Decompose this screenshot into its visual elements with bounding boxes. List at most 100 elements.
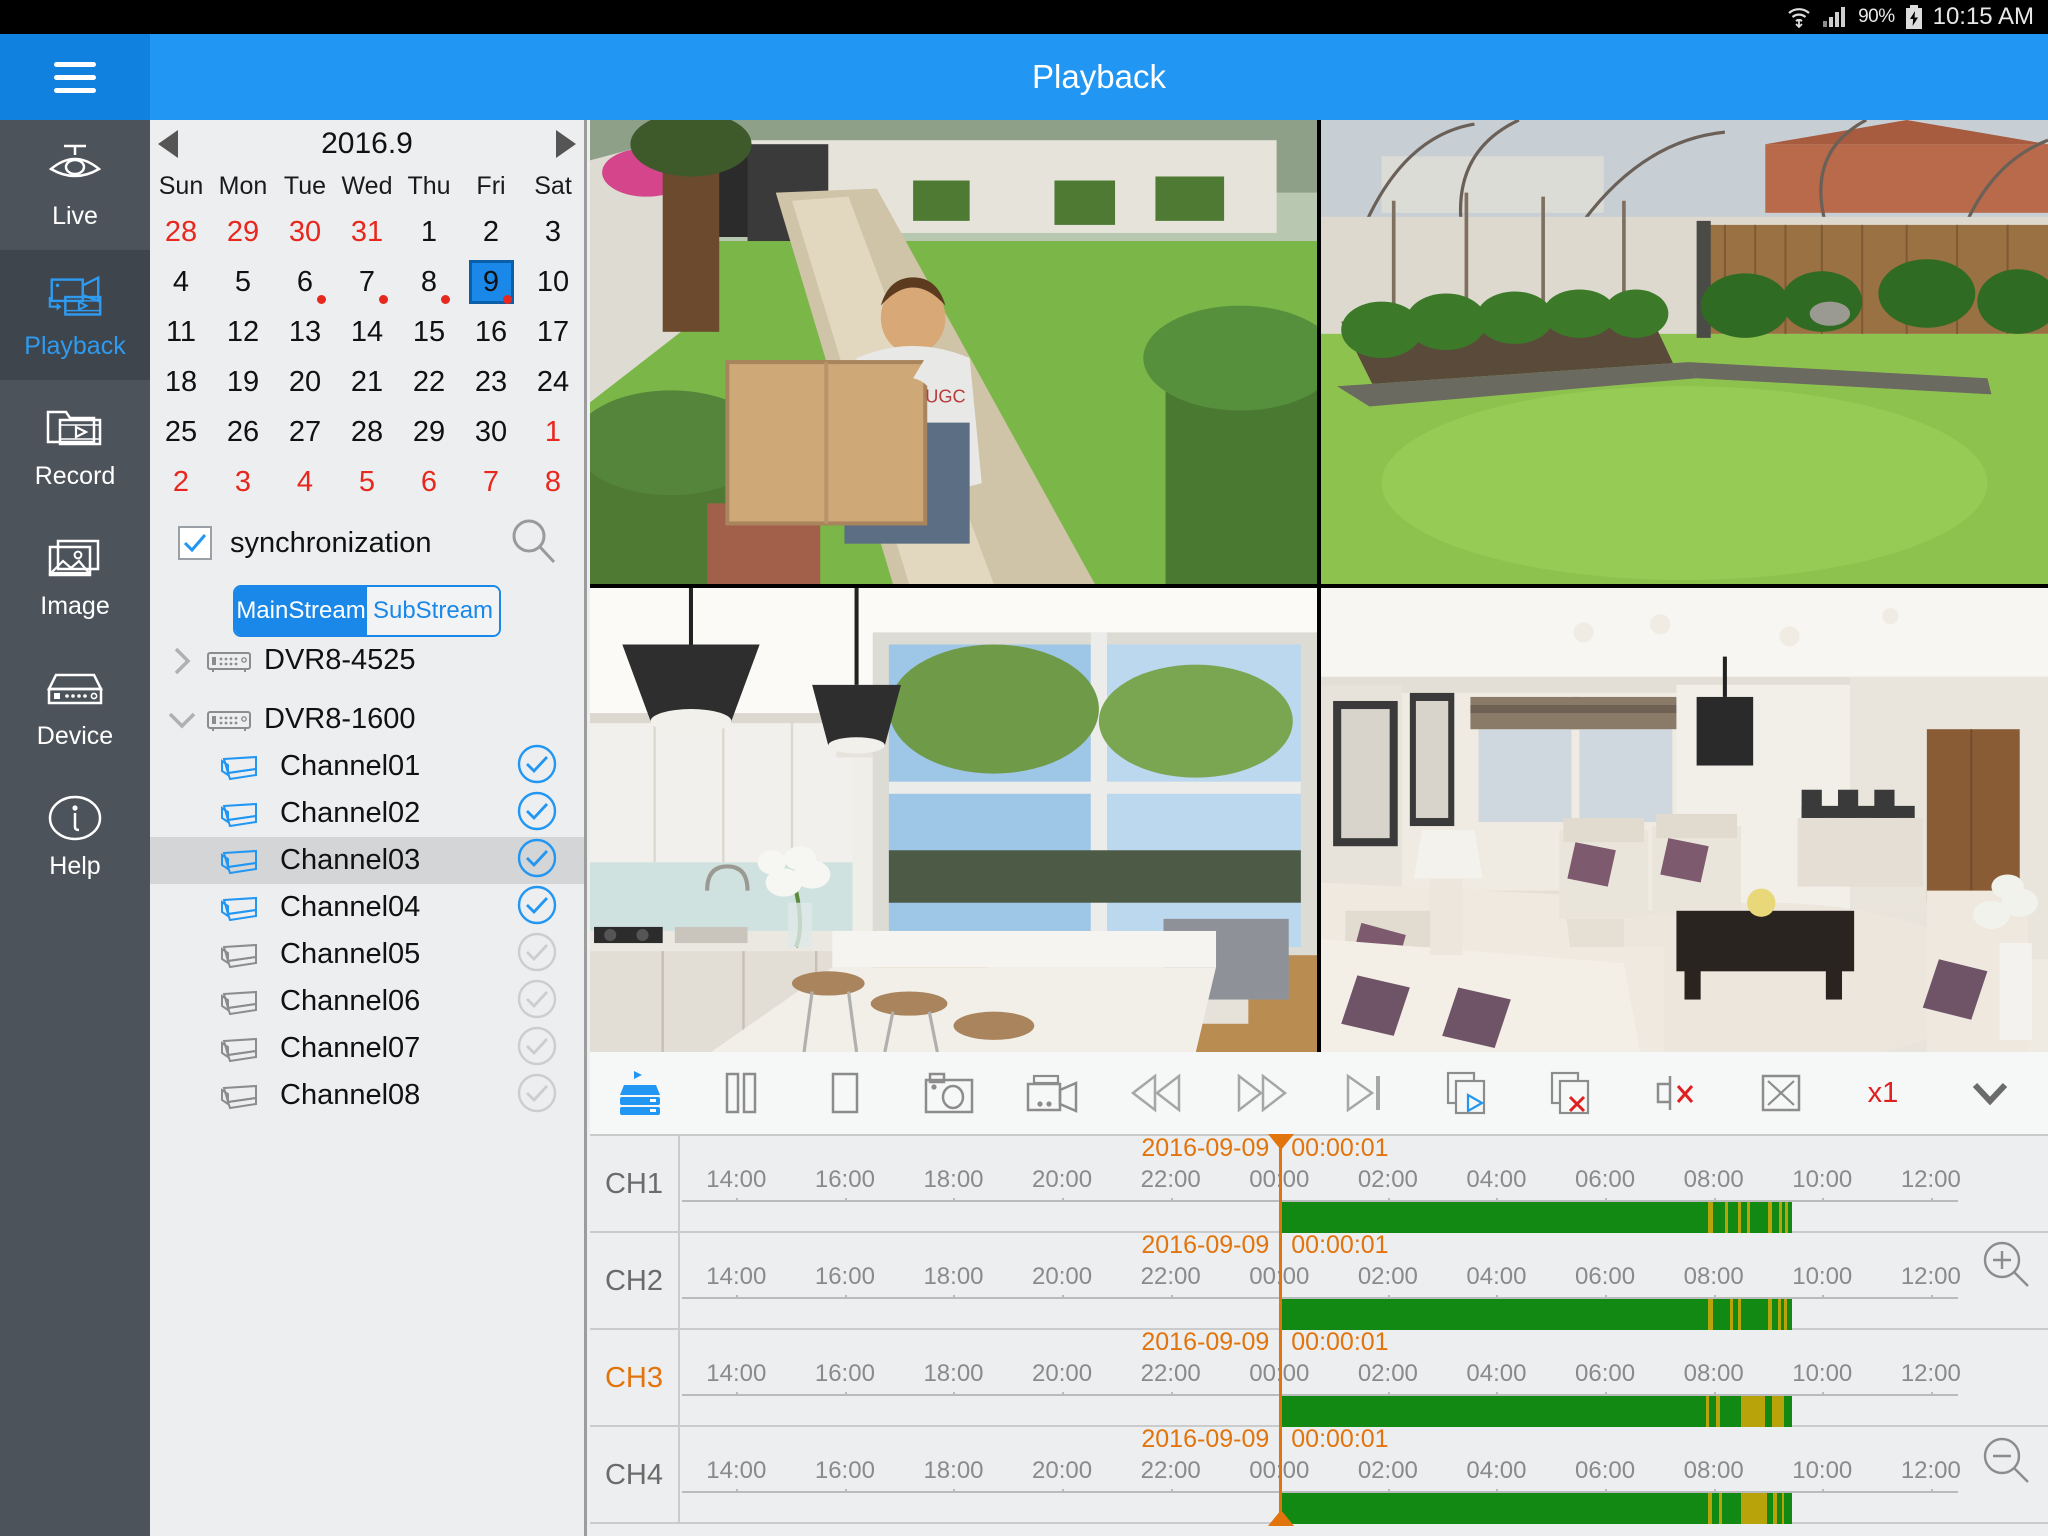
calendar-day-21[interactable]: 21 bbox=[336, 357, 398, 407]
timeline-channel-label[interactable]: CH2 bbox=[590, 1233, 680, 1330]
calendar-day-8[interactable]: 8 bbox=[398, 257, 460, 307]
calendar-day-30[interactable]: 30 bbox=[274, 207, 336, 257]
timeline-playhead[interactable] bbox=[1268, 1427, 1295, 1526]
calendar-day-6[interactable]: 6 bbox=[398, 457, 460, 507]
timeline-playhead[interactable] bbox=[1268, 1134, 1295, 1233]
calendar-day-30[interactable]: 30 bbox=[460, 407, 522, 457]
video-cell-front-yard-delivery[interactable]: UGC bbox=[590, 120, 1317, 584]
channel-row-channel08[interactable]: Channel08 bbox=[150, 1072, 584, 1119]
calendar-day-3[interactable]: 3 bbox=[212, 457, 274, 507]
channel-checkbox[interactable] bbox=[516, 743, 558, 790]
timeline-channel-label[interactable]: CH1 bbox=[590, 1136, 680, 1233]
calendar-day-4[interactable]: 4 bbox=[274, 457, 336, 507]
channel-row-channel05[interactable]: Channel05 bbox=[150, 931, 584, 978]
calendar-day-5[interactable]: 5 bbox=[212, 257, 274, 307]
calendar-day-23[interactable]: 23 bbox=[460, 357, 522, 407]
calendar-day-19[interactable]: 19 bbox=[212, 357, 274, 407]
channel-row-channel01[interactable]: Channel01 bbox=[150, 743, 584, 790]
speed-indicator[interactable]: x1 bbox=[1833, 1051, 1932, 1135]
chevron-right-icon[interactable] bbox=[164, 644, 200, 678]
sidebar-item-playback[interactable]: Playback bbox=[0, 250, 150, 380]
timeline-track[interactable]: 2016-09-09 00:00:01 14:00 16:00 18:00 20:00 22… bbox=[682, 1328, 1961, 1427]
video-cell-living-room[interactable] bbox=[1321, 588, 2048, 1052]
snapshot-button[interactable] bbox=[897, 1051, 1001, 1135]
video-cell-kitchen[interactable] bbox=[590, 588, 1317, 1052]
channel-checkbox[interactable] bbox=[516, 1072, 558, 1119]
channel-row-channel06[interactable]: Channel06 bbox=[150, 978, 584, 1025]
channel-checkbox[interactable] bbox=[516, 1025, 558, 1072]
search-icon[interactable] bbox=[508, 515, 560, 572]
timeline-row-ch1[interactable]: CH1 2016-09-09 00:00:01 14:00 16:00 18:00 20:0… bbox=[590, 1134, 2048, 1233]
calendar-day-18[interactable]: 18 bbox=[150, 357, 212, 407]
timeline-bar-track[interactable] bbox=[682, 1394, 1958, 1427]
calendar-day-8[interactable]: 8 bbox=[522, 457, 584, 507]
channel-row-channel04[interactable]: Channel04 bbox=[150, 884, 584, 931]
calendar-day-11[interactable]: 11 bbox=[150, 307, 212, 357]
calendar-day-20[interactable]: 20 bbox=[274, 357, 336, 407]
calendar-day-7[interactable]: 7 bbox=[460, 457, 522, 507]
sidebar-item-help[interactable]: Help bbox=[0, 770, 150, 900]
timeline-playhead[interactable] bbox=[1279, 1330, 1283, 1427]
timeline-channel-label[interactable]: CH3 bbox=[590, 1330, 680, 1427]
timeline-track[interactable]: 2016-09-09 00:00:01 14:00 16:00 18:00 20:00 22… bbox=[682, 1134, 1961, 1233]
calendar-day-13[interactable]: 13 bbox=[274, 307, 336, 357]
calendar-day-5[interactable]: 5 bbox=[336, 457, 398, 507]
sidebar-item-live[interactable]: Live bbox=[0, 120, 150, 250]
tab-mainstream[interactable]: MainStream bbox=[235, 587, 367, 635]
calendar-day-9[interactable]: 9 bbox=[460, 257, 522, 307]
channel-checkbox[interactable] bbox=[516, 978, 558, 1025]
chevron-down-icon[interactable] bbox=[164, 707, 200, 733]
timeline-track[interactable]: 2016-09-09 00:00:01 14:00 16:00 18:00 20:00 22… bbox=[682, 1425, 1961, 1526]
calendar-day-1[interactable]: 1 bbox=[522, 407, 584, 457]
mute-button[interactable] bbox=[1625, 1051, 1729, 1135]
channel-row-channel07[interactable]: Channel07 bbox=[150, 1025, 584, 1072]
record-button[interactable] bbox=[1001, 1051, 1105, 1135]
timeline-bar-track[interactable] bbox=[682, 1297, 1958, 1330]
synchronization-checkbox[interactable] bbox=[178, 526, 212, 560]
sidebar-item-device[interactable]: Device bbox=[0, 640, 150, 770]
calendar-day-22[interactable]: 22 bbox=[398, 357, 460, 407]
calendar-day-27[interactable]: 27 bbox=[274, 407, 336, 457]
rewind-button[interactable] bbox=[1105, 1051, 1209, 1135]
timeline-bar-track[interactable] bbox=[682, 1491, 1958, 1524]
calendar-day-15[interactable]: 15 bbox=[398, 307, 460, 357]
calendar-day-1[interactable]: 1 bbox=[398, 207, 460, 257]
calendar-day-12[interactable]: 12 bbox=[212, 307, 274, 357]
calendar-day-7[interactable]: 7 bbox=[336, 257, 398, 307]
hamburger-icon[interactable] bbox=[0, 34, 150, 120]
stop-button[interactable] bbox=[793, 1051, 897, 1135]
calendar-day-31[interactable]: 31 bbox=[336, 207, 398, 257]
calendar-day-4[interactable]: 4 bbox=[150, 257, 212, 307]
channel-checkbox[interactable] bbox=[516, 884, 558, 931]
timeline-bar-track[interactable] bbox=[682, 1200, 1958, 1233]
device-row-dvr8-4525[interactable]: DVR8-4525 bbox=[150, 637, 584, 684]
channel-row-channel03[interactable]: Channel03 bbox=[150, 837, 584, 884]
zoom-out-icon[interactable] bbox=[1978, 1432, 2036, 1495]
video-cell-back-garden[interactable] bbox=[1321, 120, 2048, 584]
timeline-row-ch2[interactable]: CH2 2016-09-09 00:00:01 14:00 16:00 18:00 20:0… bbox=[590, 1231, 2048, 1330]
channel-row-channel02[interactable]: Channel02 bbox=[150, 790, 584, 837]
calendar-day-2[interactable]: 2 bbox=[150, 457, 212, 507]
tab-substream[interactable]: SubStream bbox=[367, 587, 499, 635]
timeline-channel-label[interactable]: CH4 bbox=[590, 1427, 680, 1524]
calendar-day-2[interactable]: 2 bbox=[460, 207, 522, 257]
channel-checkbox[interactable] bbox=[516, 931, 558, 978]
collapse-toolbar-button[interactable] bbox=[1933, 1051, 2048, 1135]
calendar-day-24[interactable]: 24 bbox=[522, 357, 584, 407]
calendar-prev-month-button[interactable] bbox=[158, 130, 186, 158]
sidebar-item-image[interactable]: Image bbox=[0, 510, 150, 640]
fullscreen-button[interactable] bbox=[1729, 1051, 1833, 1135]
calendar-day-6[interactable]: 6 bbox=[274, 257, 336, 307]
next-frame-button[interactable] bbox=[1313, 1051, 1417, 1135]
calendar-next-month-button[interactable] bbox=[548, 130, 576, 158]
calendar-day-28[interactable]: 28 bbox=[150, 207, 212, 257]
zoom-in-icon[interactable] bbox=[1978, 1236, 2036, 1299]
device-stream-button[interactable] bbox=[590, 1051, 689, 1135]
timeline-row-ch4[interactable]: CH4 2016-09-09 00:00:01 14:00 16:00 18:00 20:0… bbox=[590, 1425, 2048, 1526]
calendar-day-26[interactable]: 26 bbox=[212, 407, 274, 457]
channel-checkbox[interactable] bbox=[516, 837, 558, 884]
channel-checkbox[interactable] bbox=[516, 790, 558, 837]
pause-button[interactable] bbox=[689, 1051, 793, 1135]
calendar-day-3[interactable]: 3 bbox=[522, 207, 584, 257]
calendar-day-28[interactable]: 28 bbox=[336, 407, 398, 457]
